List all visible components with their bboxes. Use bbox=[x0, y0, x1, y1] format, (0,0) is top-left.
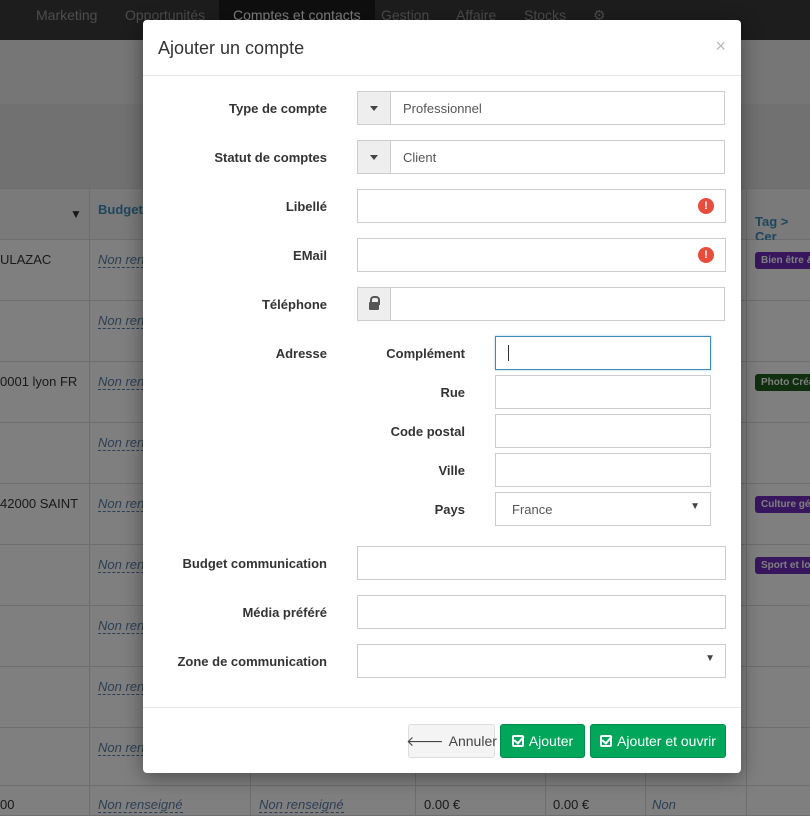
budget-label: Budget communication bbox=[182, 556, 327, 571]
postal-code-input[interactable] bbox=[495, 414, 711, 448]
modal-header: Ajouter un compte × bbox=[143, 20, 741, 76]
text-cursor bbox=[508, 345, 509, 361]
city-input[interactable] bbox=[495, 453, 711, 487]
complement-input[interactable] bbox=[495, 336, 711, 370]
chevron-down-icon[interactable] bbox=[358, 141, 391, 173]
city-label: Ville bbox=[438, 463, 465, 478]
check-square-icon bbox=[600, 735, 613, 747]
zone-label: Zone de communication bbox=[177, 654, 327, 669]
account-type-select[interactable]: Professionnel bbox=[357, 91, 725, 125]
postal-code-label: Code postal bbox=[390, 424, 465, 439]
email-input[interactable]: ! bbox=[357, 238, 726, 272]
modal-title: Ajouter un compte bbox=[158, 38, 305, 58]
zone-select[interactable]: ▼ bbox=[357, 644, 726, 678]
street-label: Rue bbox=[440, 385, 465, 400]
libelle-input[interactable]: ! bbox=[357, 189, 726, 223]
chevron-down-icon[interactable] bbox=[358, 92, 391, 124]
street-input[interactable] bbox=[495, 375, 711, 409]
add-and-open-button-label: Ajouter et ouvrir bbox=[617, 733, 716, 749]
check-square-icon bbox=[511, 735, 524, 747]
arrow-left-icon: 🡐 bbox=[406, 732, 444, 749]
account-type-label: Type de compte bbox=[228, 101, 327, 116]
add-button-label: Ajouter bbox=[528, 733, 574, 749]
email-label: EMail bbox=[293, 248, 327, 263]
modal-footer: 🡐 Annuler Ajouter Ajouter et ouvrir bbox=[143, 707, 741, 773]
lock-icon bbox=[358, 288, 391, 320]
media-label: Média préféré bbox=[242, 605, 327, 620]
close-icon[interactable]: × bbox=[715, 36, 726, 57]
address-label: Adresse bbox=[275, 346, 327, 361]
chevron-down-icon: ▼ bbox=[705, 653, 715, 664]
media-input[interactable] bbox=[357, 595, 726, 629]
add-button[interactable]: Ajouter bbox=[500, 724, 585, 758]
account-status-label: Statut de comptes bbox=[214, 150, 327, 165]
libelle-label: Libellé bbox=[285, 199, 327, 214]
account-type-value: Professionnel bbox=[403, 101, 482, 116]
budget-input[interactable] bbox=[357, 546, 726, 580]
chevron-down-icon: ▼ bbox=[690, 501, 700, 512]
account-status-value: Client bbox=[403, 150, 437, 165]
error-icon: ! bbox=[698, 247, 714, 263]
cancel-button-label: Annuler bbox=[448, 733, 497, 749]
country-select[interactable]: France ▼ bbox=[495, 492, 711, 526]
country-value: France bbox=[512, 502, 553, 517]
add-and-open-button[interactable]: Ajouter et ouvrir bbox=[590, 724, 726, 758]
phone-input[interactable] bbox=[357, 287, 725, 321]
country-label: Pays bbox=[434, 502, 465, 517]
phone-label: Téléphone bbox=[261, 297, 327, 312]
complement-label: Complément bbox=[386, 346, 465, 361]
account-status-select[interactable]: Client bbox=[357, 140, 725, 174]
error-icon: ! bbox=[698, 198, 714, 214]
add-account-modal: Ajouter un compte × Type de compte Profe… bbox=[143, 20, 741, 773]
cancel-button[interactable]: 🡐 Annuler bbox=[406, 724, 497, 758]
